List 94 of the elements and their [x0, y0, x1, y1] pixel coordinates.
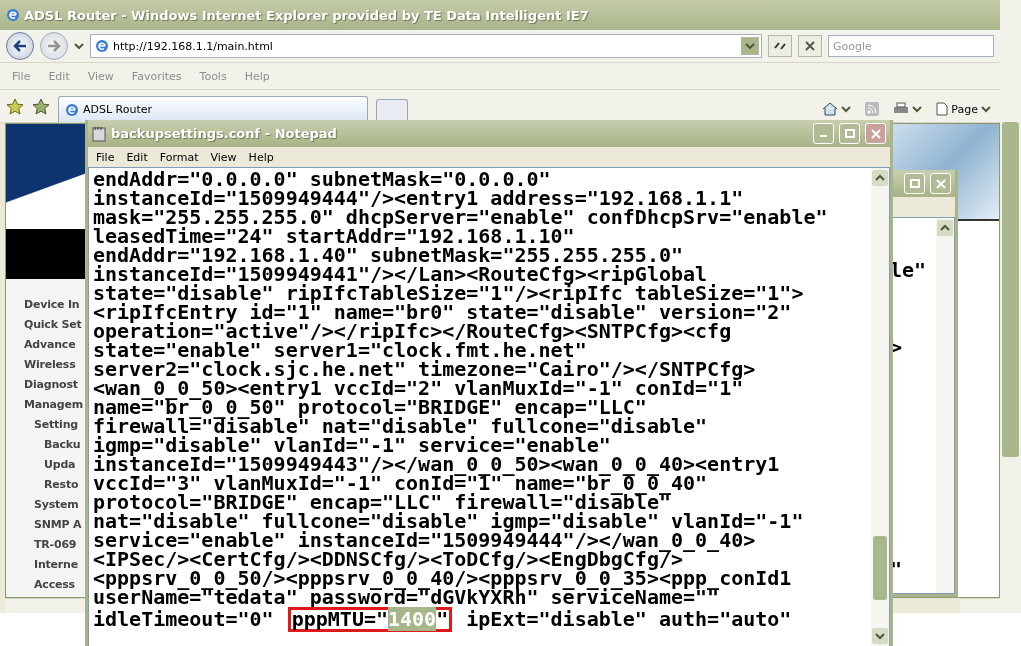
code-line: <wan_0_0_50><entry1 vccId="2" vlanMuxId="-1" conId="1"	[93, 379, 744, 398]
sidebar-link[interactable]: Setting	[34, 415, 78, 435]
caret-icon	[912, 105, 923, 113]
history-caret-icon	[74, 42, 84, 50]
sidebar-link[interactable]: System	[34, 495, 79, 515]
new-tab-button[interactable]	[376, 99, 408, 122]
back-button[interactable]	[6, 32, 34, 60]
globe-icon	[95, 39, 109, 53]
stop-button[interactable]	[798, 35, 822, 57]
forward-button[interactable]	[40, 32, 68, 60]
code-line: service="enable" instanceId="1509949444"/></wan_0_0_40>	[93, 531, 757, 550]
code-line: <pppsrv_0_0_50/><pppsrv_0_0_40/><pppsrv_0_0_35><ppp_conId1	[93, 569, 793, 588]
maximize-icon	[909, 179, 920, 188]
refresh-button[interactable]	[768, 35, 792, 57]
minimize-button[interactable]	[813, 123, 834, 144]
sidebar-link[interactable]: Upda	[44, 455, 76, 475]
horizontal-scrollbar[interactable]	[960, 598, 1000, 613]
sidebar-link[interactable]: Interne	[34, 555, 78, 575]
feed-icon	[865, 102, 880, 116]
close-icon	[870, 128, 881, 139]
window-title: backupsettings.conf - Notepad	[111, 126, 337, 141]
code-line: igmp="disable" vlanId="-1" service="enable"	[93, 436, 611, 455]
code-text: idleTimeout="0"	[93, 607, 275, 631]
scroll-thumb[interactable]	[1002, 122, 1019, 457]
selected-text: 1400	[388, 607, 437, 631]
code-line: state="disable" ripIfcTableSize="1"/><ripIfc tableSize="1">	[93, 284, 805, 303]
browser-tab[interactable]: ADSL Router	[58, 96, 368, 122]
maximize-button[interactable]	[904, 173, 925, 194]
sidebar-link[interactable]: Backu	[44, 435, 81, 455]
notepad-icon	[92, 125, 106, 142]
page-menu-button[interactable]: Page	[933, 102, 994, 116]
code-line: instanceId="1509949444"/><entry1 address="192.168.1.1"	[93, 189, 744, 208]
sidebar-link[interactable]: Quick Set	[24, 315, 82, 335]
home-icon	[822, 102, 839, 116]
scrollbar[interactable]	[936, 218, 954, 593]
horizontal-scrollbar[interactable]	[5, 598, 85, 613]
code-text: ipExt="disable" auth="auto"	[465, 607, 792, 631]
close-icon	[935, 178, 946, 189]
code-line: endAddr="0.0.0.0" subnetMask="0.0.0.0"	[93, 170, 551, 189]
close-button[interactable]	[930, 173, 951, 194]
code-line: leasedTime="24" startAddr="192.168.1.10"	[93, 227, 575, 246]
arrow-left-icon	[13, 40, 27, 52]
menu-item[interactable]: Edit	[120, 148, 154, 166]
scroll-down-icon	[875, 632, 885, 640]
code-line: endAddr="192.168.1.40" subnetMask="255.255.255.0"	[93, 246, 683, 265]
scroll-thumb[interactable]	[873, 536, 887, 600]
sidebar-link[interactable]: Device In	[24, 295, 80, 315]
menu-item[interactable]: Help	[242, 148, 280, 166]
sidebar-link[interactable]: Advance	[24, 335, 76, 355]
caret-icon	[745, 42, 755, 50]
menu-item[interactable]: View	[204, 148, 243, 166]
globe-icon	[6, 8, 20, 22]
code-line: mask="255.255.255.0" dhcpServer="enable" confDhcpSrv="enable"	[93, 208, 829, 227]
sidebar-link[interactable]: Access	[34, 575, 75, 595]
close-icon	[805, 41, 815, 51]
globe-icon	[65, 102, 79, 117]
sidebar-link[interactable]: TR-069	[34, 535, 77, 555]
scrollbar[interactable]	[871, 168, 889, 646]
window-title: ADSL Router - Windows Internet Explorer provided by TE Data Intelligent IE7	[24, 7, 589, 23]
sidebar-link[interactable]: Wireless	[24, 355, 76, 375]
code-line: firewall="disable" nat="disable" fullcone="disable"	[93, 417, 709, 436]
code-line: nat="disable" fullcone="disable" igmp="disable" vlanId="-1"	[93, 512, 805, 531]
caret-icon	[981, 105, 991, 113]
code-line: instanceId="1509949443"/></wan_0_0_50><wan_0_0_40><entry1	[93, 455, 781, 474]
code-line: server2="clock.sjc.he.net" timezone="Cairo"/></SNTPCfg>	[93, 360, 757, 379]
text-fragment: le"	[890, 258, 927, 282]
page-scrollbar[interactable]	[1000, 0, 1021, 613]
sidebar-link[interactable]: Diagnost	[24, 375, 78, 395]
star-icon[interactable]	[6, 98, 24, 116]
caret-icon	[841, 105, 852, 113]
scroll-up-icon	[940, 224, 950, 232]
sidebar-link[interactable]: SNMP A	[34, 515, 82, 535]
menu-item[interactable]: File	[90, 148, 121, 166]
code-line: instanceId="1509949441"/></Lan><RouteCfg><ripGlobal	[93, 265, 708, 284]
printer-icon	[893, 102, 910, 116]
code-text: pppMTU="	[291, 607, 388, 631]
code-text: "	[436, 607, 449, 631]
page-icon	[936, 102, 949, 116]
scroll-up-icon	[875, 174, 885, 182]
code-line: <ripIfcEntry id="1" name="br0" state="disable" version="2"	[93, 303, 793, 322]
dropdown-button[interactable]	[741, 37, 759, 55]
sidebar-link[interactable]: Managem	[24, 395, 84, 415]
address-field[interactable]: http://192.168.1.1/main.html	[90, 34, 762, 58]
sidebar-link[interactable]: Resto	[44, 475, 79, 495]
close-button[interactable]	[865, 123, 886, 144]
maximize-button[interactable]	[839, 123, 860, 144]
menu-item[interactable]: Format	[153, 148, 205, 166]
search-field[interactable]: Google	[828, 35, 994, 57]
code-line: state="enable" server1="clock.fmt.he.net"	[93, 341, 587, 360]
code-line: operation="active"/></ripIfc></RouteCfg><SNTPCfg><cfg	[93, 322, 733, 341]
add-favorite-icon[interactable]	[32, 98, 50, 116]
maximize-icon	[844, 129, 855, 138]
arrow-right-icon	[47, 40, 61, 52]
code-line: <IPSec/><CertCfg/><DDNSCfg/><ToDCfg/><EngDbgCfg/>	[93, 550, 683, 569]
